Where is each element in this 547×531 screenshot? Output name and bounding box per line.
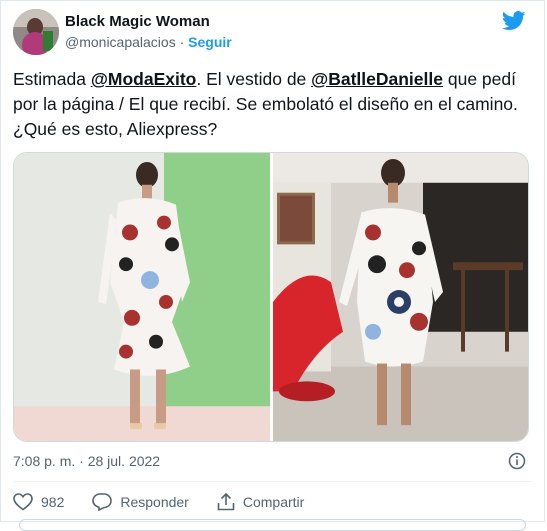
reply-label: Responder — [120, 494, 189, 510]
tweet-text: Estimada @ModaExito. El vestido de @Batl… — [13, 67, 533, 142]
heart-icon — [13, 493, 33, 511]
author-name[interactable]: Black Magic Woman — [65, 13, 210, 30]
avatar[interactable] — [13, 9, 59, 55]
photo-right[interactable] — [273, 153, 529, 441]
follow-button[interactable]: Seguir — [188, 34, 232, 50]
tweet-card: Black Magic Woman @monicapalacios · Segu… — [0, 0, 545, 531]
tweet-text-part: Estimada — [13, 69, 91, 89]
share-label: Compartir — [242, 494, 305, 510]
reply-button[interactable]: Responder — [92, 493, 189, 511]
bottom-button-edge[interactable] — [19, 519, 526, 531]
like-count: 982 — [41, 494, 65, 510]
mention-batlle-danielle[interactable]: @BatlleDanielle — [311, 69, 443, 89]
info-icon[interactable] — [508, 452, 526, 470]
tweet-text-part: . El vestido de — [196, 69, 312, 89]
author-handle-row: @monicapalacios · Seguir — [65, 34, 232, 50]
share-button[interactable]: Compartir — [217, 493, 304, 511]
mention-moda-exito[interactable]: @ModaExito — [91, 69, 197, 89]
share-icon — [217, 493, 235, 511]
reply-bubble-icon — [92, 493, 113, 511]
divider — [13, 481, 532, 482]
separator-dot: · — [179, 34, 185, 50]
tweet-media[interactable] — [13, 152, 529, 442]
twitter-bird-icon[interactable] — [502, 11, 526, 31]
photo-left[interactable] — [14, 153, 270, 441]
like-button[interactable]: 982 — [13, 493, 64, 511]
tweet-timestamp[interactable]: 7:08 p. m. · 28 jul. 2022 — [13, 453, 160, 469]
tweet-actions: 982 Responder Compartir — [13, 491, 332, 513]
author-handle[interactable]: @monicapalacios — [65, 34, 176, 50]
